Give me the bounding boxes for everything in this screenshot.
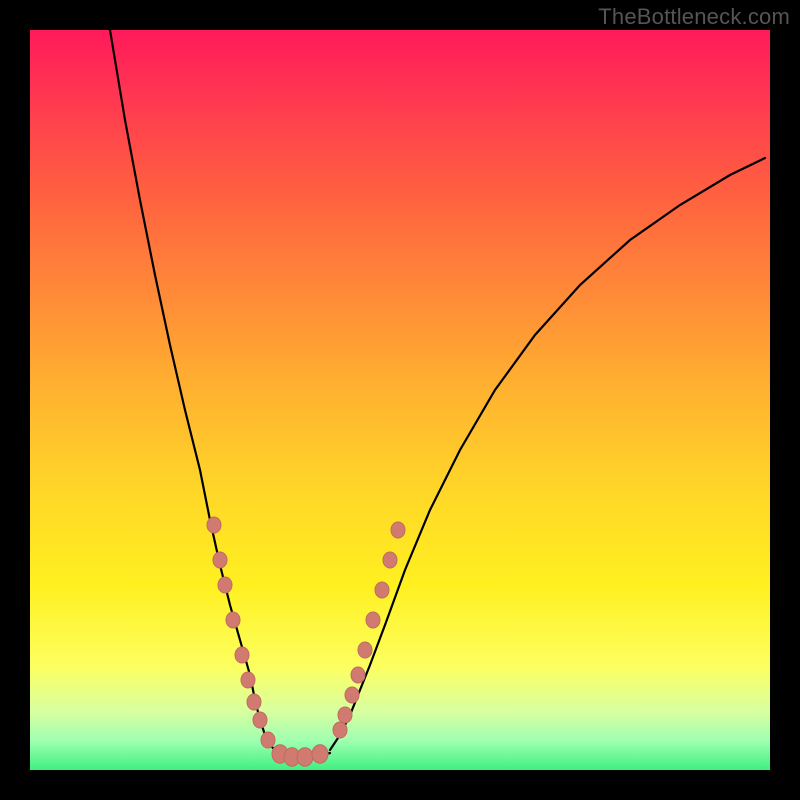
- data-dot: [383, 552, 397, 568]
- plot-area: [30, 30, 770, 770]
- data-dot: [358, 642, 372, 658]
- data-dot: [261, 732, 275, 748]
- data-dot: [366, 612, 380, 628]
- data-dot: [375, 582, 389, 598]
- data-dot: [235, 647, 249, 663]
- data-dot: [218, 577, 232, 593]
- data-dot: [247, 694, 261, 710]
- data-dot: [391, 522, 405, 538]
- data-dot: [241, 672, 255, 688]
- data-dots: [207, 517, 405, 766]
- chart-canvas: TheBottleneck.com: [0, 0, 800, 800]
- curve-left-branch: [110, 30, 275, 750]
- data-dot: [253, 712, 267, 728]
- curve-layer: [30, 30, 770, 770]
- data-dot: [338, 707, 352, 723]
- data-dot: [213, 552, 227, 568]
- data-dot: [297, 748, 313, 766]
- data-dot: [333, 722, 347, 738]
- data-dot: [207, 517, 221, 533]
- watermark-text: TheBottleneck.com: [598, 4, 790, 30]
- data-dot: [351, 667, 365, 683]
- curve-right-branch: [330, 158, 765, 750]
- data-dot: [226, 612, 240, 628]
- data-dot: [312, 745, 328, 763]
- data-dot: [345, 687, 359, 703]
